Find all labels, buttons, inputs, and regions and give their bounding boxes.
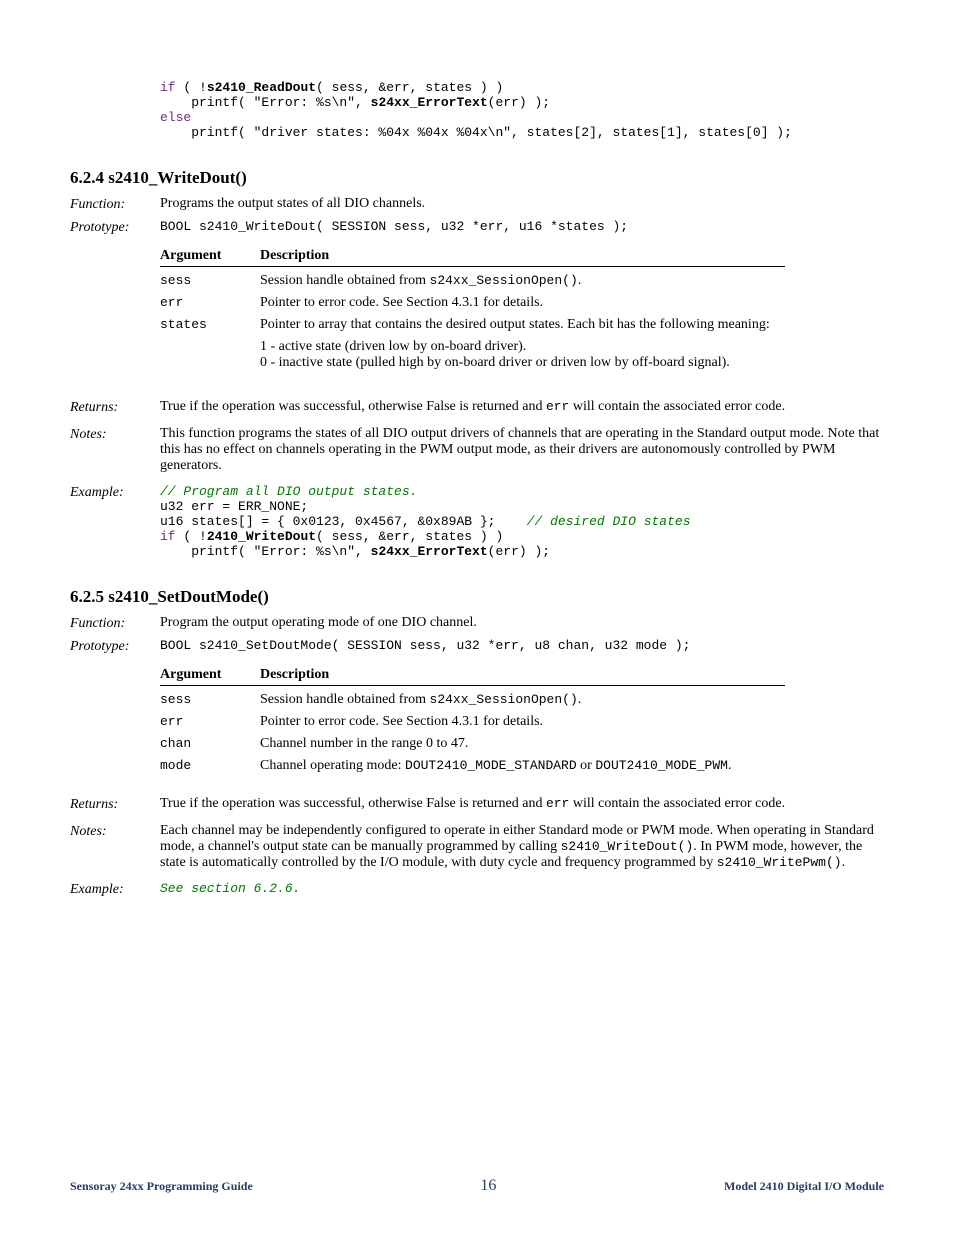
arg-sess: sess	[160, 273, 260, 288]
arg-chan: chan	[160, 736, 260, 751]
text-notes: Each channel may be independently config…	[160, 823, 884, 871]
arg-err: err	[160, 714, 260, 729]
label-returns: Returns:	[70, 399, 160, 416]
table-header-description: Description	[260, 667, 785, 683]
heading-writedout: 6.2.4 s2410_WriteDout()	[70, 168, 884, 188]
label-function: Function:	[70, 196, 160, 213]
label-function: Function:	[70, 615, 160, 632]
arg-sess: sess	[160, 692, 260, 707]
arg-mode: mode	[160, 758, 260, 773]
arg-err-desc: Pointer to error code. See Section 4.3.1…	[260, 714, 785, 730]
table-header-argument: Argument	[160, 667, 260, 683]
footer-left: Sensoray 24xx Programming Guide	[70, 1179, 253, 1194]
label-example: Example:	[70, 881, 160, 898]
label-prototype: Prototype:	[70, 638, 160, 655]
label-example: Example:	[70, 484, 160, 501]
arg-sess-desc: Session handle obtained from s24xx_Sessi…	[260, 273, 785, 289]
example-ref: See section 6.2.6.	[160, 881, 884, 896]
arg-err-desc: Pointer to error code. See Section 4.3.1…	[260, 295, 785, 311]
text-prototype: BOOL s2410_WriteDout( SESSION sess, u32 …	[160, 219, 884, 234]
arg-mode-desc: Channel operating mode: DOUT2410_MODE_ST…	[260, 758, 785, 774]
heading-setdoutmode: 6.2.5 s2410_SetDoutMode()	[70, 587, 884, 607]
arg-states: states	[160, 317, 260, 332]
label-prototype: Prototype:	[70, 219, 160, 236]
arg-chan-desc: Channel number in the range 0 to 47.	[260, 736, 785, 752]
page-footer: Sensoray 24xx Programming Guide 16 Model…	[70, 1177, 884, 1195]
text-function: Programs the output states of all DIO ch…	[160, 196, 884, 212]
text-function: Program the output operating mode of one…	[160, 615, 884, 631]
table-header-description: Description	[260, 248, 785, 264]
label-returns: Returns:	[70, 796, 160, 813]
label-notes: Notes:	[70, 823, 160, 840]
arg-sess-desc: Session handle obtained from s24xx_Sessi…	[260, 692, 785, 708]
text-returns: True if the operation was successful, ot…	[160, 796, 884, 812]
text-returns: True if the operation was successful, ot…	[160, 399, 884, 415]
label-notes: Notes:	[70, 426, 160, 443]
footer-page-number: 16	[480, 1177, 496, 1195]
text-prototype: BOOL s2410_SetDoutMode( SESSION sess, u3…	[160, 638, 884, 653]
example-code: // Program all DIO output states. u32 er…	[160, 484, 884, 559]
arg-err: err	[160, 295, 260, 310]
prev-example-code: if ( !s2410_ReadDout( sess, &err, states…	[160, 80, 884, 140]
argument-table: Argument Description sess Session handle…	[160, 248, 785, 371]
footer-right: Model 2410 Digital I/O Module	[724, 1179, 884, 1194]
text-notes: This function programs the states of all…	[160, 426, 884, 474]
argument-table: Argument Description sess Session handle…	[160, 667, 785, 774]
table-header-argument: Argument	[160, 248, 260, 264]
arg-states-desc: Pointer to array that contains the desir…	[260, 317, 785, 371]
